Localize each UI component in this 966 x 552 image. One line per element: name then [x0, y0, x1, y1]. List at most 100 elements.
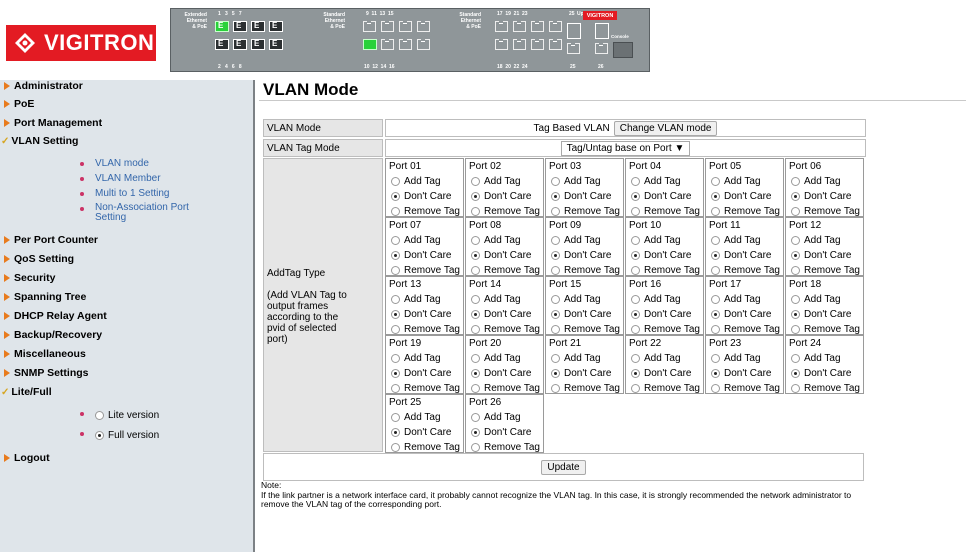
port-option-add-tag[interactable]: Add Tag [629, 174, 700, 189]
add-tag-radio[interactable] [551, 236, 560, 245]
dont-care-radio[interactable] [631, 369, 640, 378]
dont-care-radio[interactable] [791, 310, 800, 319]
remove-tag-radio[interactable] [551, 325, 560, 334]
port-option-dont-care[interactable]: Don't Care [789, 366, 860, 381]
add-tag-radio[interactable] [471, 177, 480, 186]
remove-tag-radio[interactable] [711, 266, 720, 275]
port-option-dont-care[interactable]: Don't Care [389, 248, 460, 263]
sidebar-item-vlan-setting[interactable]: ✓ VLAN Setting [1, 135, 78, 147]
sidebar-item-port-management[interactable]: Port Management [4, 117, 102, 129]
port-option-add-tag[interactable]: Add Tag [389, 233, 460, 248]
dont-care-radio[interactable] [471, 192, 480, 201]
port-option-dont-care[interactable]: Don't Care [629, 307, 700, 322]
dont-care-radio[interactable] [631, 192, 640, 201]
port-option-dont-care[interactable]: Don't Care [629, 189, 700, 204]
port-option-add-tag[interactable]: Add Tag [629, 351, 700, 366]
dont-care-radio[interactable] [391, 369, 400, 378]
port-option-dont-care[interactable]: Don't Care [549, 248, 620, 263]
remove-tag-radio[interactable] [551, 207, 560, 216]
dont-care-radio[interactable] [711, 192, 720, 201]
add-tag-radio[interactable] [391, 177, 400, 186]
add-tag-radio[interactable] [551, 354, 560, 363]
remove-tag-radio[interactable] [791, 325, 800, 334]
sidebar-sub-multi-to-1[interactable]: Multi to 1 Setting [80, 188, 169, 199]
change-vlan-mode-button[interactable]: Change VLAN mode [613, 120, 718, 136]
add-tag-radio[interactable] [631, 177, 640, 186]
remove-tag-radio[interactable] [551, 266, 560, 275]
dont-care-radio[interactable] [791, 369, 800, 378]
port-option-dont-care[interactable]: Don't Care [389, 307, 460, 322]
remove-tag-radio[interactable] [791, 384, 800, 393]
port-option-add-tag[interactable]: Add Tag [469, 233, 540, 248]
add-tag-radio[interactable] [711, 354, 720, 363]
remove-tag-radio[interactable] [551, 384, 560, 393]
add-tag-radio[interactable] [391, 295, 400, 304]
add-tag-radio[interactable] [791, 236, 800, 245]
dont-care-radio[interactable] [471, 251, 480, 260]
remove-tag-radio[interactable] [791, 266, 800, 275]
port-option-add-tag[interactable]: Add Tag [789, 351, 860, 366]
port-option-remove-tag[interactable]: Remove Tag [709, 381, 780, 396]
dont-care-radio[interactable] [551, 192, 560, 201]
sidebar-sub-vlan-member[interactable]: VLAN Member [80, 173, 161, 184]
sidebar-item-administrator[interactable]: Administrator [4, 80, 83, 92]
remove-tag-radio[interactable] [471, 325, 480, 334]
remove-tag-radio[interactable] [791, 207, 800, 216]
add-tag-radio[interactable] [391, 413, 400, 422]
add-tag-radio[interactable] [791, 177, 800, 186]
port-option-add-tag[interactable]: Add Tag [469, 351, 540, 366]
sidebar-item-poe[interactable]: PoE [4, 98, 34, 110]
add-tag-radio[interactable] [631, 295, 640, 304]
remove-tag-radio[interactable] [711, 384, 720, 393]
dont-care-radio[interactable] [551, 310, 560, 319]
port-option-dont-care[interactable]: Don't Care [629, 366, 700, 381]
remove-tag-radio[interactable] [391, 325, 400, 334]
sidebar-item-qos-setting[interactable]: QoS Setting [4, 253, 74, 265]
sidebar-item-lite-full[interactable]: ✓ Lite/Full [1, 386, 52, 398]
dont-care-radio[interactable] [471, 310, 480, 319]
port-option-dont-care[interactable]: Don't Care [469, 189, 540, 204]
remove-tag-radio[interactable] [391, 443, 400, 452]
add-tag-radio[interactable] [471, 236, 480, 245]
port-option-dont-care[interactable]: Don't Care [389, 425, 460, 440]
port-option-dont-care[interactable]: Don't Care [789, 307, 860, 322]
port-option-dont-care[interactable]: Don't Care [469, 366, 540, 381]
port-option-dont-care[interactable]: Don't Care [469, 248, 540, 263]
remove-tag-radio[interactable] [631, 384, 640, 393]
port-option-add-tag[interactable]: Add Tag [389, 292, 460, 307]
add-tag-radio[interactable] [711, 295, 720, 304]
remove-tag-radio[interactable] [631, 207, 640, 216]
full-version-option[interactable]: Full version [80, 430, 159, 441]
port-option-add-tag[interactable]: Add Tag [789, 233, 860, 248]
port-option-add-tag[interactable]: Add Tag [469, 410, 540, 425]
add-tag-radio[interactable] [791, 295, 800, 304]
remove-tag-radio[interactable] [391, 384, 400, 393]
port-option-add-tag[interactable]: Add Tag [469, 174, 540, 189]
sidebar-item-snmp-settings[interactable]: SNMP Settings [4, 367, 88, 379]
dont-care-radio[interactable] [471, 428, 480, 437]
sidebar-item-dhcp-relay-agent[interactable]: DHCP Relay Agent [4, 310, 107, 322]
port-option-dont-care[interactable]: Don't Care [709, 307, 780, 322]
add-tag-radio[interactable] [631, 354, 640, 363]
dont-care-radio[interactable] [791, 251, 800, 260]
port-option-add-tag[interactable]: Add Tag [709, 351, 780, 366]
dont-care-radio[interactable] [551, 369, 560, 378]
add-tag-radio[interactable] [791, 354, 800, 363]
port-option-add-tag[interactable]: Add Tag [709, 233, 780, 248]
sidebar-sub-non-association[interactable]: Non-Association Port Setting [80, 203, 200, 223]
remove-tag-radio[interactable] [711, 207, 720, 216]
lite-version-radio[interactable] [95, 411, 104, 420]
port-option-add-tag[interactable]: Add Tag [629, 233, 700, 248]
port-option-dont-care[interactable]: Don't Care [469, 307, 540, 322]
remove-tag-radio[interactable] [471, 266, 480, 275]
port-option-dont-care[interactable]: Don't Care [629, 248, 700, 263]
port-option-dont-care[interactable]: Don't Care [549, 366, 620, 381]
port-option-add-tag[interactable]: Add Tag [709, 292, 780, 307]
port-option-add-tag[interactable]: Add Tag [389, 410, 460, 425]
sidebar-item-security[interactable]: Security [4, 272, 55, 284]
remove-tag-radio[interactable] [471, 207, 480, 216]
port-option-remove-tag[interactable]: Remove Tag [629, 381, 700, 396]
port-option-dont-care[interactable]: Don't Care [549, 307, 620, 322]
port-option-add-tag[interactable]: Add Tag [549, 351, 620, 366]
add-tag-radio[interactable] [471, 295, 480, 304]
